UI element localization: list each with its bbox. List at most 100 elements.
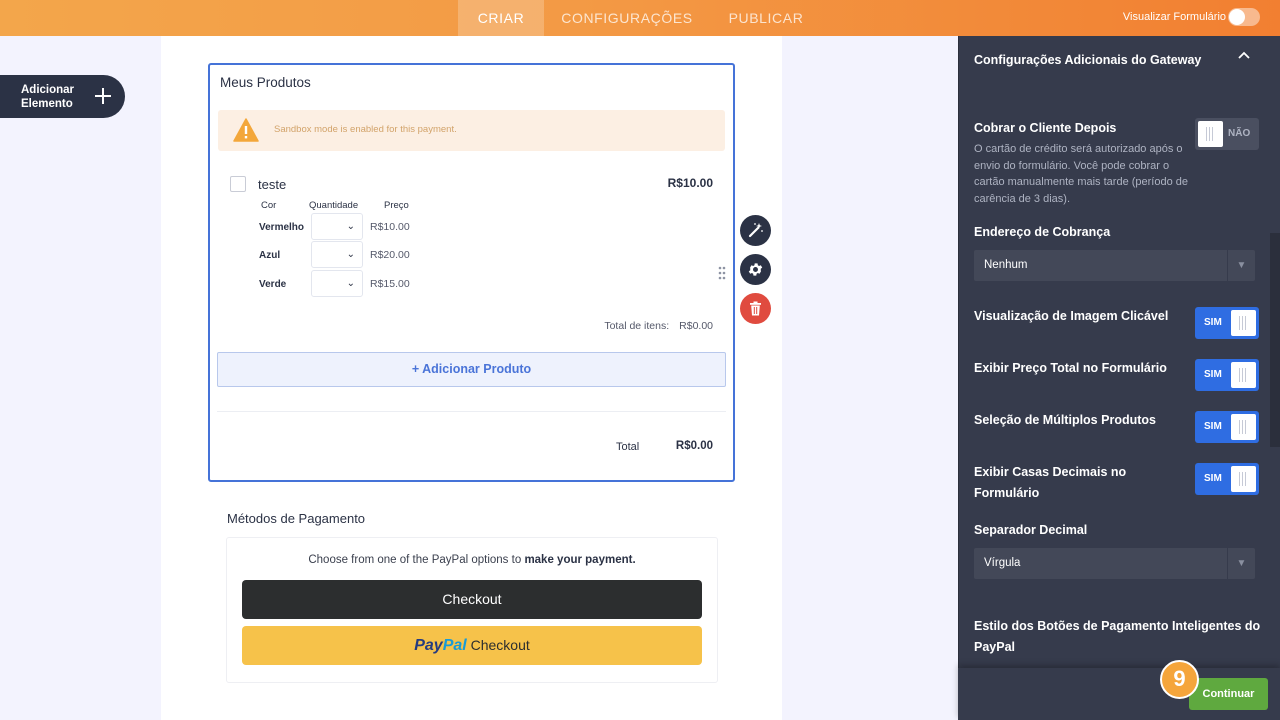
show-total-label: Exibir Preço Total no Formulário [974,361,1167,375]
total-items: Total de itens: R$0.00 [604,320,713,332]
divider [217,411,726,412]
warning-icon [233,118,259,142]
grip-icon [1206,127,1215,141]
continue-button[interactable]: Continuar [1189,678,1268,710]
tab-criar[interactable]: CRIAR [458,0,544,36]
top-bar: CRIAR CONFIGURAÇÕES PUBLICAR Visualizar … [0,0,1280,36]
grip-icon [1239,472,1248,486]
option-color-label: Vermelho [259,222,305,233]
smart-buttons-style-line2: PayPal [974,640,1016,654]
paypal-logo-pal: Pal [442,637,467,654]
toggle-state-label: SIM [1204,421,1222,432]
quantity-select[interactable]: ⌄ [311,241,363,268]
decimal-separator-select[interactable]: Vírgula ▼ [974,548,1255,579]
toggle-knob [1231,466,1256,492]
section-title: Configurações Adicionais do Gateway [974,53,1202,67]
add-element-label: Adicionar Elemento [21,83,74,111]
sandbox-notice: Sandbox mode is enabled for this payment… [218,110,725,151]
tab-publicar[interactable]: PUBLICAR [716,0,816,36]
magic-wand-button[interactable] [740,215,771,246]
quantity-select[interactable]: ⌄ [311,270,363,297]
image-preview-label: Visualização de Imagem Clicável [974,309,1169,323]
chevron-down-icon: ⌄ [346,221,355,232]
option-header-color: Cor [261,200,277,211]
decimals-label: Exibir Casas Decimais no Formulário [974,462,1126,504]
add-element-label-line2: Elemento [21,98,73,110]
delete-button[interactable] [740,293,771,324]
multi-select-toggle[interactable]: SIM [1195,411,1259,443]
settings-button[interactable] [740,254,771,285]
chevron-down-icon: ⌄ [346,249,355,260]
chevron-up-icon[interactable] [1238,51,1250,59]
total-items-value: R$0.00 [679,320,713,332]
toggle-knob [1231,310,1256,336]
option-price: R$15.00 [370,278,410,290]
charge-later-toggle[interactable]: NÃO [1195,118,1259,150]
preview-form-label: Visualizar Formulário [1122,11,1226,23]
paypal-checkout-button[interactable]: PayPal Checkout [242,626,702,665]
payment-description: Choose from one of the PayPal options to… [227,554,717,566]
checkout-button[interactable]: Checkout [242,580,702,619]
preview-form-toggle[interactable] [1228,8,1260,26]
toggle-state-label: SIM [1204,317,1222,328]
option-header-quantity: Quantidade [309,200,359,211]
option-color-label: Verde [259,279,287,290]
dropdown-arrow-icon: ▼ [1227,250,1255,281]
chevron-down-icon: ⌄ [346,278,355,289]
decimals-toggle[interactable]: SIM [1195,463,1259,495]
multi-select-label: Seleção de Múltiplos Produtos [974,413,1156,427]
payment-methods-box: Choose from one of the PayPal options to… [226,537,718,683]
product-list-widget[interactable]: Meus Produtos Sandbox mode is enabled fo… [208,63,735,482]
toggle-knob [1231,414,1256,440]
paypal-checkout-label: Checkout [470,637,530,653]
image-preview-toggle[interactable]: SIM [1195,307,1259,339]
option-color-label: Azul [259,250,281,261]
smart-buttons-style-line1: Estilo dos Botões de Pagamento Inteligen… [974,619,1261,633]
drag-handle-icon[interactable] [718,266,726,280]
tab-configuracoes[interactable]: CONFIGURAÇÕES [552,0,702,36]
toggle-state-label: SIM [1204,473,1222,484]
payment-description-bold: make your payment. [524,554,636,566]
payment-methods-title: Métodos de Pagamento [227,511,366,526]
quantity-select[interactable]: ⌄ [311,213,363,240]
toggle-state-label: SIM [1204,369,1222,380]
option-price: R$10.00 [370,221,410,233]
show-total-toggle[interactable]: SIM [1195,359,1259,391]
charge-later-description: O cartão de crédito será autorizado após… [974,143,1189,205]
decimal-separator-value: Vírgula [984,557,1021,569]
option-header-price: Preço [384,200,409,211]
toggle-knob [1229,9,1245,25]
billing-address-select[interactable]: Nenhum ▼ [974,250,1255,281]
smart-buttons-style-label: Estilo dos Botões de Pagamento Inteligen… [974,616,1260,658]
sandbox-message: Sandbox mode is enabled for this payment… [274,124,457,135]
payment-description-text: Choose from one of the PayPal options to [308,554,522,566]
panel-scrollbar[interactable] [1270,233,1280,447]
add-element-label-line1: Adicionar [21,84,75,96]
paypal-logo: PayPal [414,637,466,654]
toggle-state-label: NÃO [1228,128,1251,139]
add-product-button[interactable]: + Adicionar Produto [217,352,726,387]
widget-title: Meus Produtos [220,75,311,90]
grip-icon [1239,368,1248,382]
product-checkbox[interactable] [230,176,246,192]
magic-wand-icon [748,223,763,238]
total-value: R$0.00 [675,440,713,452]
total-items-label: Total de itens: [604,320,670,332]
dropdown-arrow-icon: ▼ [1227,548,1255,579]
toggle-knob [1198,121,1223,147]
grip-icon [1239,420,1248,434]
option-price: R$20.00 [370,249,410,261]
gear-icon [748,263,763,276]
add-element-button[interactable]: Adicionar Elemento [0,75,125,118]
plus-icon [95,88,111,104]
product-name: teste [258,177,287,192]
decimal-separator-label: Separador Decimal [974,523,1088,537]
step-badge: 9 [1160,660,1199,699]
decimals-label-line1: Exibir Casas Decimais no [974,465,1127,479]
total-label: Total [616,441,640,453]
product-price: R$10.00 [667,176,713,190]
paypal-logo-pay: Pay [414,637,443,654]
charge-later-label: Cobrar o Cliente Depois [974,121,1117,135]
decimals-label-line2: Formulário [974,486,1040,500]
toggle-knob [1231,362,1256,388]
